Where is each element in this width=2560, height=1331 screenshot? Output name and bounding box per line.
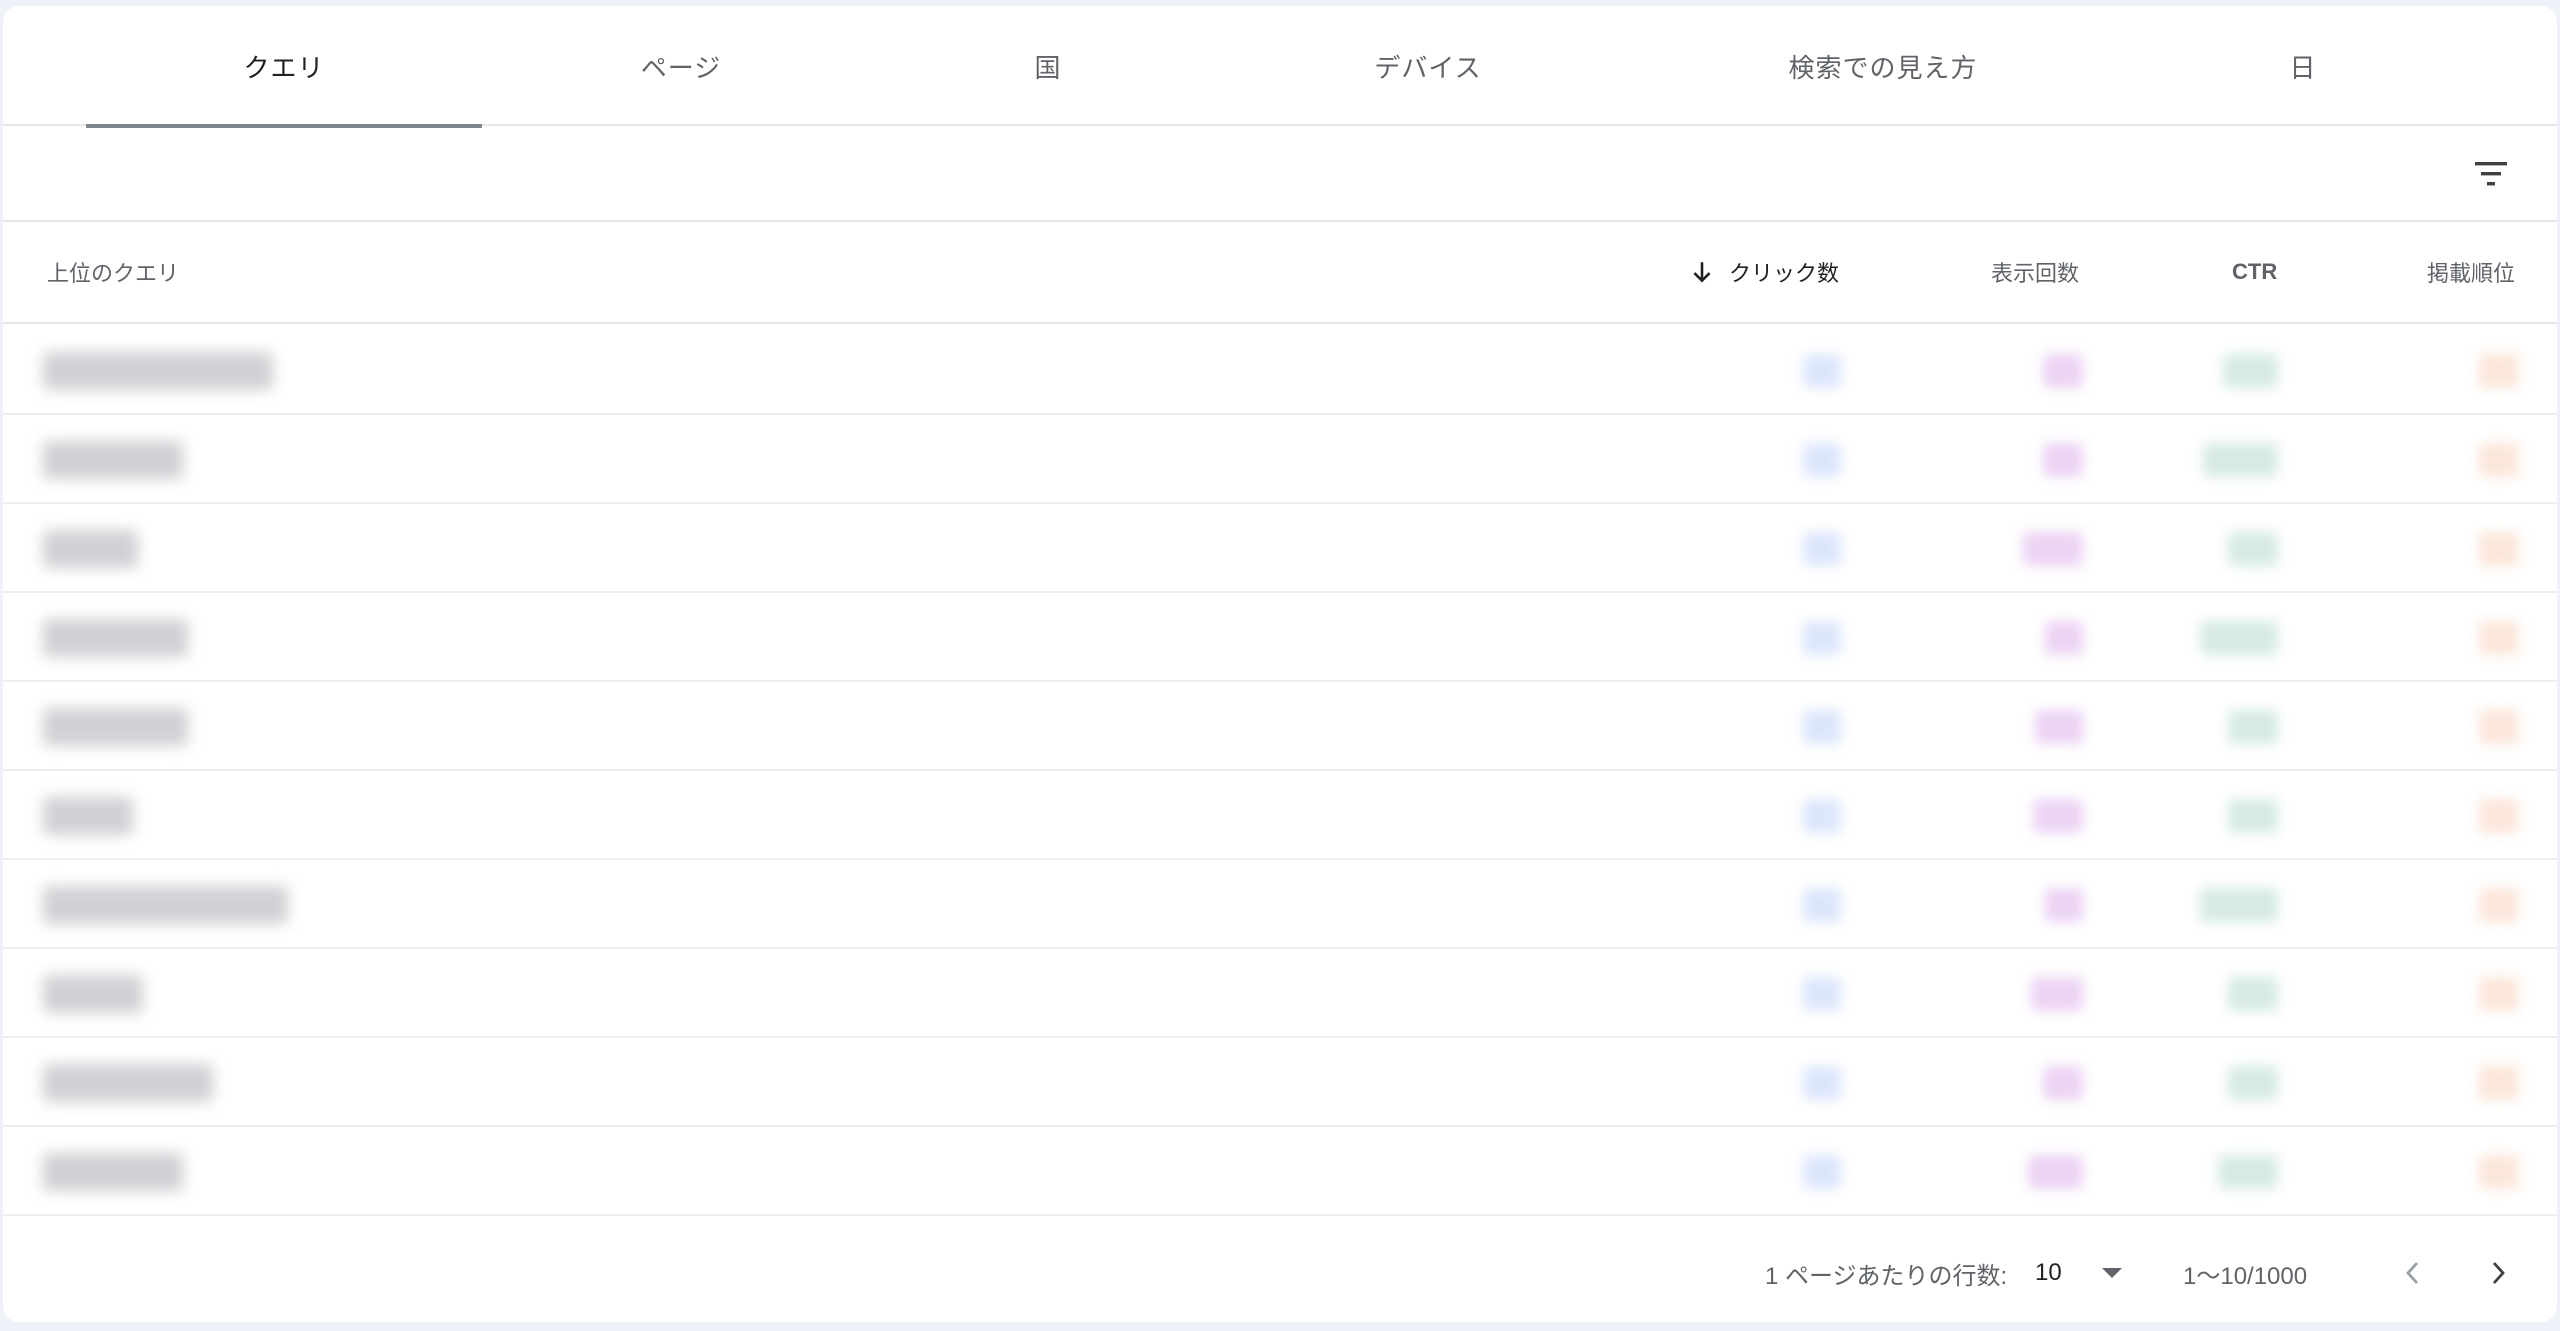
redacted-impressions	[2023, 532, 2083, 566]
redacted-impressions	[2033, 799, 2083, 833]
redacted-position	[2479, 1066, 2519, 1100]
column-header-clicks[interactable]: クリック数	[1689, 222, 1839, 322]
redacted-ctr	[2200, 621, 2278, 655]
redacted-query	[43, 1153, 183, 1191]
redacted-ctr	[2228, 532, 2278, 566]
redacted-clicks	[1803, 621, 1841, 655]
column-header-query[interactable]: 上位のクエリ	[47, 222, 179, 322]
redacted-position	[2479, 1155, 2519, 1189]
tab-search-appearance[interactable]: 検索での見え方	[1643, 6, 2123, 126]
redacted-ctr	[2228, 1066, 2278, 1100]
redacted-impressions	[2045, 888, 2083, 922]
redacted-position	[2479, 977, 2519, 1011]
chevron-left-icon	[2406, 1262, 2419, 1284]
dimension-tabs: クエリ ページ 国 デバイス 検索での見え方 日	[3, 6, 2557, 128]
tab-devices[interactable]: デバイス	[1233, 6, 1623, 126]
redacted-ctr	[2228, 710, 2278, 744]
redacted-clicks	[1803, 710, 1841, 744]
table-row[interactable]	[3, 771, 2557, 860]
redacted-position	[2479, 532, 2519, 566]
column-header-position[interactable]: 掲載順位	[2427, 222, 2515, 322]
table-row[interactable]	[3, 326, 2557, 415]
redacted-clicks	[1803, 799, 1841, 833]
redacted-query	[43, 886, 288, 924]
table-row[interactable]	[3, 593, 2557, 682]
table-row[interactable]	[3, 1127, 2557, 1216]
redacted-impressions	[2043, 1066, 2083, 1100]
filter-icon	[2475, 162, 2507, 186]
redacted-query	[43, 797, 133, 835]
redacted-clicks	[1803, 443, 1841, 477]
chevron-right-icon	[2492, 1262, 2505, 1284]
pagination-range: 1～10/1000	[2183, 1262, 2308, 1290]
redacted-position	[2479, 443, 2519, 477]
prev-page-button[interactable]	[2388, 1248, 2438, 1298]
redacted-query	[43, 708, 188, 746]
redacted-position	[2479, 799, 2519, 833]
tab-queries[interactable]: クエリ	[86, 6, 482, 128]
tab-pages[interactable]: ページ	[483, 6, 879, 126]
redacted-ctr	[2228, 977, 2278, 1011]
redacted-ctr	[2200, 888, 2278, 922]
filter-button[interactable]	[2465, 148, 2517, 200]
redacted-ctr	[2218, 1155, 2278, 1189]
redacted-ctr	[2203, 443, 2278, 477]
redacted-impressions	[2035, 710, 2083, 744]
redacted-clicks	[1803, 888, 1841, 922]
redacted-clicks	[1803, 977, 1841, 1011]
table-row[interactable]	[3, 860, 2557, 949]
redacted-ctr	[2223, 354, 2278, 388]
rows-per-page-value: 10	[2035, 1259, 2062, 1286]
rows-per-page-label: 1 ページあたりの行数:	[1765, 1262, 2008, 1290]
redacted-position	[2479, 710, 2519, 744]
dropdown-arrow-icon	[2101, 1268, 2122, 1278]
table-row[interactable]	[3, 949, 2557, 1038]
redacted-impressions	[2043, 354, 2083, 388]
arrow-down-icon	[1693, 262, 1711, 283]
performance-table-card: クエリ ページ 国 デバイス 検索での見え方 日 上位のクエリ クリック数 表示…	[3, 6, 2557, 1322]
redacted-query	[43, 530, 138, 568]
column-header-impressions[interactable]: 表示回数	[1991, 222, 2079, 322]
table-header: 上位のクエリ クリック数 表示回数 CTR 掲載順位	[3, 222, 2557, 324]
rows-per-page-select[interactable]: 10	[2035, 1248, 2125, 1298]
table-row[interactable]	[3, 1038, 2557, 1127]
redacted-query	[43, 619, 188, 657]
table-row[interactable]	[3, 415, 2557, 504]
redacted-impressions	[2045, 621, 2083, 655]
redacted-impressions	[2043, 443, 2083, 477]
tab-dates[interactable]: 日	[2123, 6, 2483, 126]
redacted-query	[43, 352, 273, 390]
tab-countries[interactable]: 国	[863, 6, 1233, 126]
redacted-ctr	[2228, 799, 2278, 833]
column-header-ctr[interactable]: CTR	[2232, 222, 2277, 322]
redacted-position	[2479, 888, 2519, 922]
redacted-impressions	[2031, 977, 2083, 1011]
redacted-clicks	[1803, 1155, 1841, 1189]
next-page-button[interactable]	[2473, 1248, 2523, 1298]
table-row[interactable]	[3, 504, 2557, 593]
redacted-query	[43, 441, 183, 479]
table-footer: 1 ページあたりの行数: 10 1～10/1000	[3, 1224, 2557, 1322]
filter-bar	[3, 126, 2557, 222]
redacted-clicks	[1803, 354, 1841, 388]
redacted-impressions	[2028, 1155, 2083, 1189]
redacted-clicks	[1803, 1066, 1841, 1100]
column-header-clicks-label: クリック数	[1729, 261, 1840, 286]
redacted-clicks	[1803, 532, 1841, 566]
redacted-query	[43, 975, 143, 1013]
redacted-position	[2479, 621, 2519, 655]
table-row[interactable]	[3, 682, 2557, 771]
redacted-query	[43, 1064, 213, 1102]
redacted-position	[2479, 354, 2519, 388]
